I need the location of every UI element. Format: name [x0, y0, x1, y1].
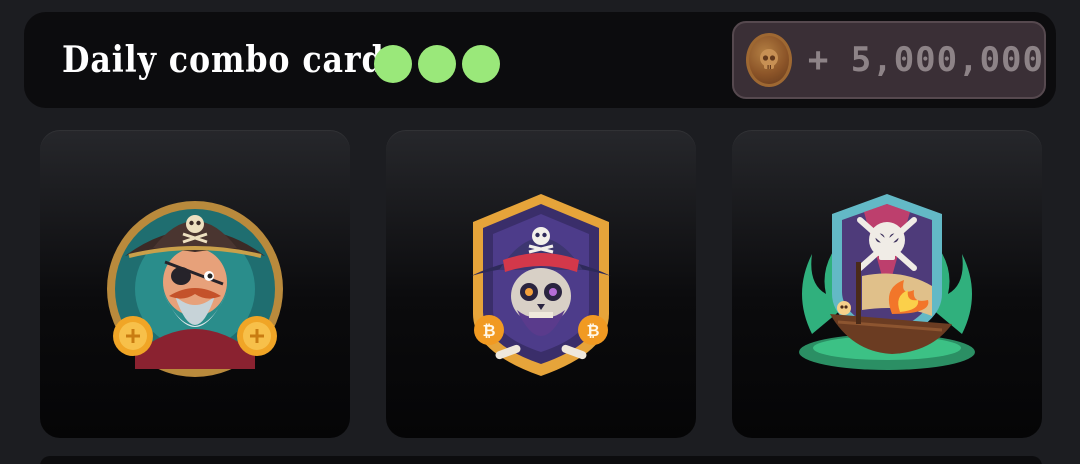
combo-progress-dots: [374, 45, 500, 83]
combo-card-2[interactable]: ₿ ₿: [386, 130, 696, 438]
progress-dot-3: [462, 45, 500, 83]
next-section-edge: [40, 456, 1042, 464]
daily-combo-screen: Daily combo card + 5,000,000 ₿ ₿: [0, 0, 1080, 464]
combo-card-1[interactable]: [40, 130, 350, 438]
progress-dot-1: [374, 45, 412, 83]
svg-text:₿: ₿: [482, 321, 495, 340]
combo-card-3[interactable]: [732, 130, 1042, 438]
daily-combo-header: Daily combo card + 5,000,000: [24, 12, 1056, 108]
daily-combo-title: Daily combo card: [62, 39, 385, 81]
svg-text:₿: ₿: [586, 321, 599, 340]
reward-amount: + 5,000,000: [807, 40, 1044, 80]
pirate-captain-icon: [107, 201, 283, 377]
skeleton-pirate-bitcoin-icon: ₿ ₿: [471, 194, 611, 376]
skull-coin-icon: [746, 33, 792, 87]
progress-dot-2: [418, 45, 456, 83]
reward-badge[interactable]: + 5,000,000: [732, 21, 1046, 99]
combo-cards-row: ₿ ₿: [40, 130, 1042, 438]
pirate-ship-skull-icon: [799, 194, 975, 370]
